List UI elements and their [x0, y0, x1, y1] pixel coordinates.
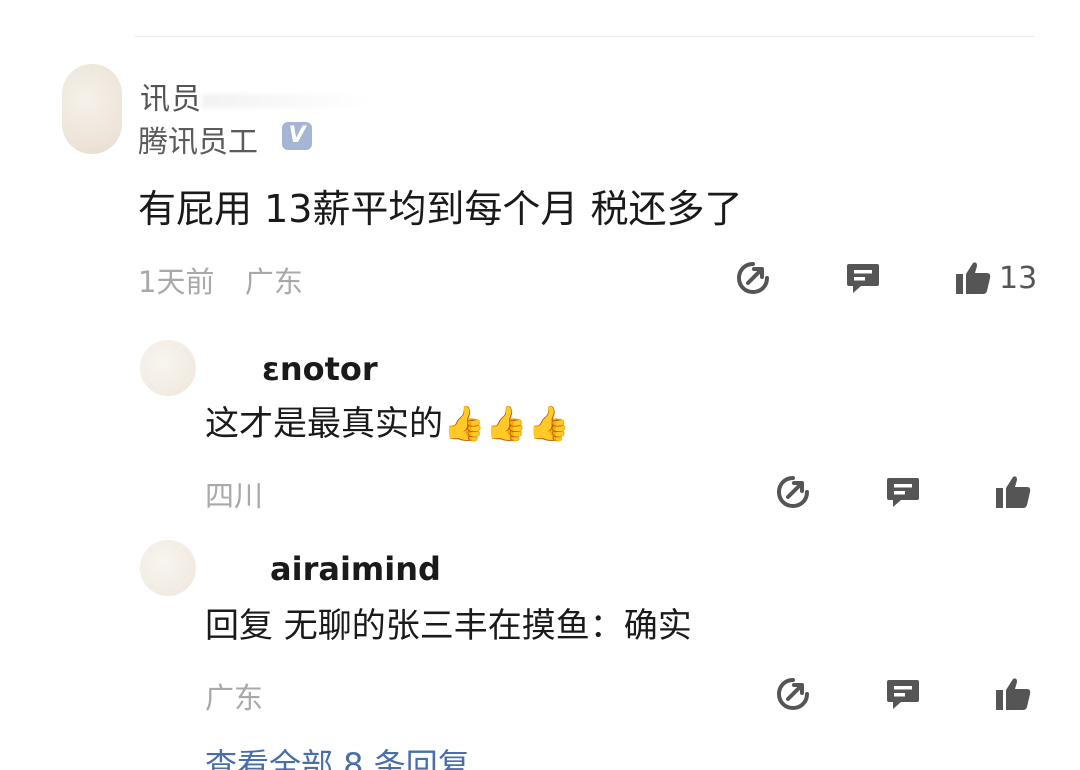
- avatar[interactable]: [62, 64, 122, 154]
- comment-text: 有屁用 13薪平均到每个月 税还多了: [138, 187, 743, 231]
- share-icon: [776, 678, 809, 711]
- reply-icon: [887, 478, 919, 507]
- verified-badge: V: [282, 122, 312, 150]
- reply-username[interactable]: airaimind: [270, 550, 441, 588]
- username[interactable]: 讯员: [140, 74, 372, 118]
- reply-avatar[interactable]: [140, 540, 196, 596]
- like-count: 13: [999, 261, 1038, 296]
- reply-text: 回复 无聊的张三丰在摸鱼：确实: [205, 606, 692, 646]
- share-button[interactable]: [733, 258, 773, 298]
- username-text: 讯员: [140, 82, 202, 117]
- comment-meta: 1天前 广东: [138, 259, 303, 301]
- reply-button[interactable]: [883, 472, 923, 512]
- share-button[interactable]: [773, 472, 813, 512]
- thumbs-up-icon: [996, 678, 1031, 710]
- share-icon: [776, 476, 809, 509]
- divider: [135, 36, 1035, 37]
- user-title: 腾讯员工: [138, 125, 258, 160]
- reply-location: 广东: [205, 681, 264, 715]
- reply-button[interactable]: [883, 674, 923, 714]
- reply-location: 四川: [205, 479, 264, 513]
- reply-icon: [847, 264, 879, 293]
- username-redaction: [202, 93, 372, 108]
- comment-location: 广东: [244, 265, 303, 299]
- comment-thread: 讯员 腾讯员工 V 有屁用 13薪平均到每个月 税还多了 1天前 广东 13 ɛ…: [0, 0, 1080, 770]
- reply-text: 这才是最真实的👍👍👍: [205, 404, 571, 444]
- view-all-replies-link[interactable]: 查看全部 8 条回复: [205, 740, 470, 770]
- comment-time: 1天前: [138, 265, 215, 299]
- reply-avatar[interactable]: [140, 340, 196, 396]
- thumbs-up-icon: [996, 476, 1031, 508]
- thumbs-up-icon: [956, 262, 991, 294]
- reply-icon: [887, 680, 919, 709]
- like-button[interactable]: [993, 674, 1033, 714]
- share-icon: [736, 262, 769, 295]
- like-button[interactable]: [953, 258, 993, 298]
- reply-button[interactable]: [843, 258, 883, 298]
- reply-username[interactable]: ɛnotor: [262, 350, 378, 388]
- share-button[interactable]: [773, 674, 813, 714]
- like-button[interactable]: [993, 472, 1033, 512]
